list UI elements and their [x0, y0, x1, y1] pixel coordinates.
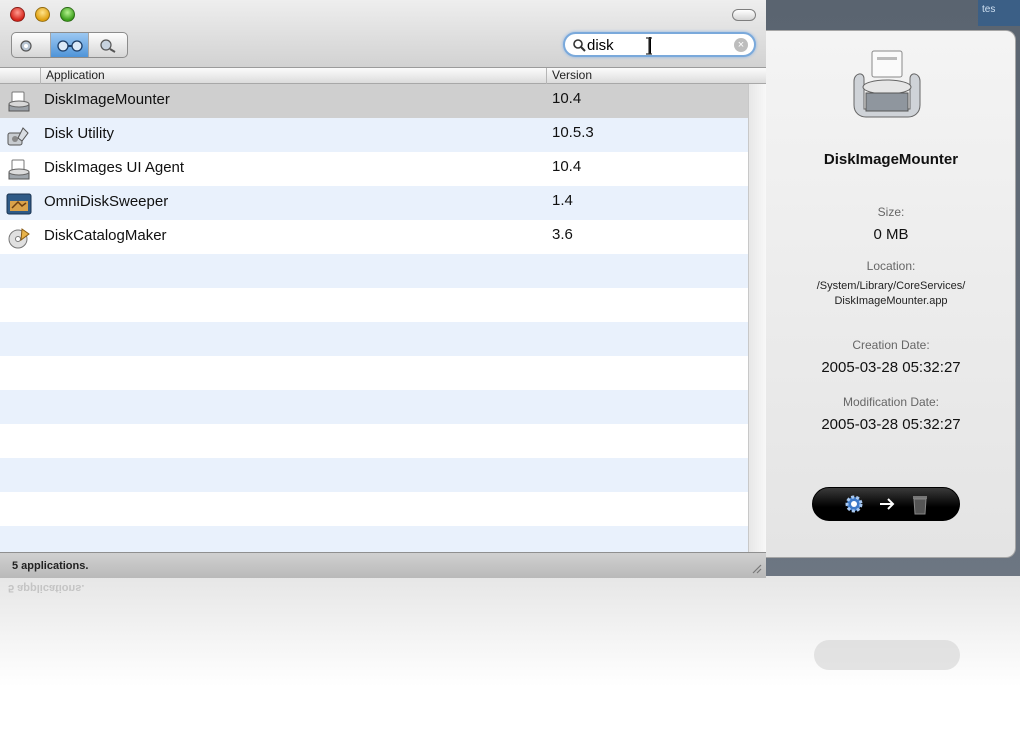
disk-image-mounter-large-icon — [853, 50, 921, 118]
view-one-button[interactable] — [12, 33, 51, 57]
column-application[interactable]: Application — [40, 68, 546, 84]
row-version: 10.4 — [552, 90, 582, 107]
minimize-button[interactable] — [35, 7, 50, 22]
location-path-line1: /System/Library/CoreServices/ — [816, 280, 966, 292]
empty-row — [0, 356, 748, 390]
disk-images-agent-icon — [8, 159, 30, 180]
location-path-line2: DiskImageMounter.app — [834, 295, 948, 307]
binoculars-icon — [20, 40, 32, 52]
table-row[interactable]: OmniDiskSweeper 1.4 — [0, 186, 748, 220]
row-name: DiskCatalogMaker — [44, 227, 167, 244]
row-name: DiskImageMounter — [44, 91, 170, 108]
empty-row — [0, 458, 748, 492]
table-row[interactable]: DiskImageMounter 10.4 — [0, 84, 748, 118]
empty-row — [0, 288, 748, 322]
application-list: DiskImageMounter 10.4 Disk Utility 10.5.… — [0, 84, 748, 552]
status-text: 5 applications. — [12, 560, 89, 572]
empty-row — [0, 390, 748, 424]
disk-utility-icon — [7, 127, 29, 146]
reflection-status: 5 applications. — [8, 582, 85, 594]
reflection-action-pill — [814, 640, 960, 670]
empty-row — [0, 322, 748, 356]
status-bar: 5 applications. — [0, 552, 766, 578]
row-version: 10.4 — [552, 158, 582, 175]
row-name: DiskImages UI Agent — [44, 159, 185, 176]
app-window: × Application Version DiskImageMounter 1… — [0, 0, 766, 578]
vertical-scrollbar[interactable] — [748, 84, 766, 552]
magnify-icon — [100, 39, 116, 53]
empty-row — [0, 254, 748, 288]
row-version: 3.6 — [552, 226, 573, 243]
table-row[interactable]: DiskImages UI Agent 10.4 — [0, 152, 748, 186]
disk-catalog-maker-icon — [8, 228, 30, 249]
size-value: 0 MB — [873, 226, 909, 243]
info-title: DiskImageMounter — [823, 151, 959, 168]
gear-icon[interactable] — [843, 493, 865, 515]
arrow-right-icon — [880, 498, 895, 510]
titlebar: × — [0, 0, 766, 68]
clear-search-icon[interactable]: × — [734, 38, 748, 52]
view-segmented-control — [11, 32, 128, 58]
zoom-button[interactable] — [60, 7, 75, 22]
row-version: 10.5.3 — [552, 124, 594, 141]
view-three-button[interactable] — [89, 33, 127, 57]
modification-date-value: 2005-03-28 05:32:27 — [821, 416, 961, 433]
ibeam-cursor-icon — [646, 37, 652, 55]
search-field[interactable]: × — [563, 32, 756, 57]
row-version: 1.4 — [552, 192, 573, 209]
empty-row — [0, 492, 748, 526]
empty-row — [0, 526, 748, 552]
empty-row — [0, 424, 748, 458]
disk-image-mounter-icon — [8, 91, 30, 112]
table-row[interactable]: Disk Utility 10.5.3 — [0, 118, 748, 152]
resize-grip-icon[interactable] — [750, 562, 762, 574]
omni-disk-sweeper-icon — [6, 193, 32, 215]
table-row[interactable]: DiskCatalogMaker 3.6 — [0, 220, 748, 254]
view-two-button[interactable] — [50, 33, 90, 57]
size-label: Size: — [877, 205, 905, 219]
info-panel: DiskImageMounter Size: 0 MB Location: /S… — [766, 30, 1016, 558]
trash-icon[interactable] — [911, 493, 929, 515]
glasses-icon — [56, 40, 83, 52]
row-name: Disk Utility — [44, 125, 114, 142]
action-bar — [812, 487, 960, 521]
location-label: Location: — [866, 259, 916, 273]
search-icon — [573, 39, 586, 52]
column-version[interactable]: Version — [546, 68, 746, 84]
creation-date-value: 2005-03-28 05:32:27 — [821, 359, 961, 376]
desktop-corner-label: tes — [978, 0, 1020, 26]
column-header: Application Version — [0, 68, 766, 84]
close-button[interactable] — [10, 7, 25, 22]
search-input[interactable] — [587, 36, 727, 54]
modification-date-label: Modification Date: — [842, 395, 940, 409]
creation-date-label: Creation Date: — [852, 338, 930, 352]
toolbar-toggle-button[interactable] — [732, 9, 756, 21]
row-name: OmniDiskSweeper — [44, 193, 169, 210]
